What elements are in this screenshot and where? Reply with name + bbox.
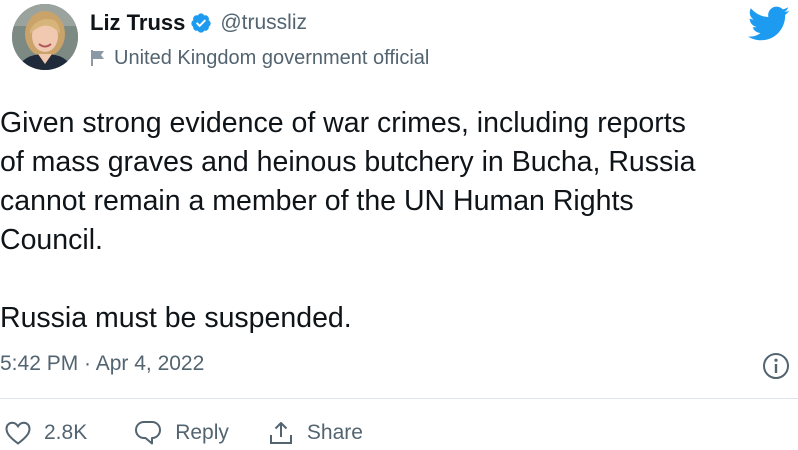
tweet-card: Liz Truss @trussliz United Kingdom gover… (0, 0, 798, 450)
divider (0, 398, 798, 399)
share-button[interactable]: Share (267, 419, 363, 447)
avatar-image (12, 4, 78, 70)
like-button[interactable]: 2.8K (4, 420, 87, 446)
share-icon (267, 419, 295, 447)
twitter-bird-icon[interactable] (748, 6, 790, 42)
tweet-timestamp[interactable]: 5:42 PM · Apr 4, 2022 (0, 352, 204, 376)
account-label: United Kingdom government official (90, 44, 429, 72)
government-label: United Kingdom government official (114, 46, 430, 69)
tweet-actions: 2.8K Reply Share (0, 418, 363, 448)
reply-label: Reply (175, 421, 229, 444)
speech-bubble-icon (133, 419, 163, 447)
display-name[interactable]: Liz Truss (90, 10, 185, 36)
info-icon[interactable] (762, 352, 790, 380)
avatar[interactable] (12, 4, 78, 70)
tweet-text: Given strong evidence of war crimes, inc… (0, 107, 696, 334)
reply-button[interactable]: Reply (133, 419, 229, 447)
share-label: Share (306, 421, 363, 444)
flag-icon (90, 49, 106, 67)
author-row: Liz Truss @trussliz (90, 8, 307, 38)
heart-icon (4, 420, 32, 446)
verified-badge-icon (190, 12, 212, 34)
like-count: 2.8K (44, 421, 88, 444)
handle[interactable]: @trussliz (220, 11, 307, 35)
